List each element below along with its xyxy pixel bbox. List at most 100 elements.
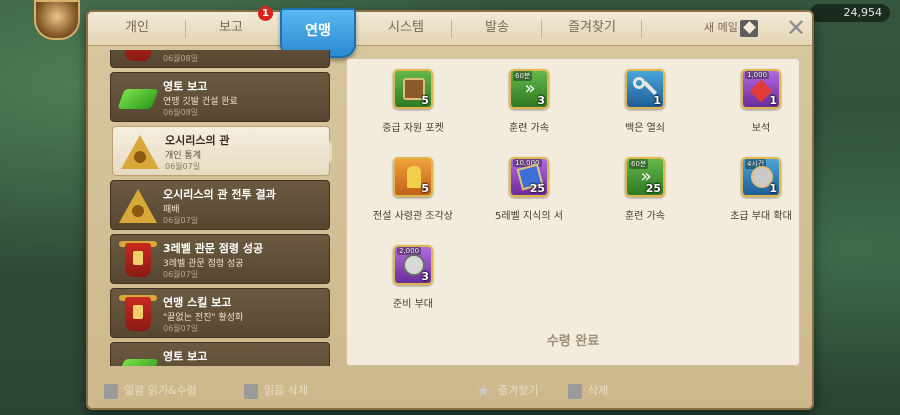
- tab-label: 즐겨찾기: [568, 20, 616, 35]
- tab-favorites[interactable]: 즐겨찾기: [542, 12, 642, 46]
- player-avatar[interactable]: [34, 0, 80, 40]
- banner-icon: [119, 295, 157, 333]
- mail-date: 06월08일: [163, 108, 199, 117]
- resource-chest-icon: 5: [393, 69, 433, 109]
- reward-count: 25: [529, 182, 545, 195]
- reward-label: 보석: [751, 123, 771, 134]
- delete-label: 삭제: [588, 384, 609, 397]
- trash-icon: [568, 383, 582, 399]
- mail-list[interactable]: 06월08일 영토 보고 연맹 깃발 건설 완료 06월08일 오시리스의 관 …: [110, 50, 332, 366]
- reward-count: 1: [769, 94, 777, 107]
- knowledge-book-icon: 10,000 25: [509, 157, 549, 197]
- list-item[interactable]: 연맹 스킬 보고 "끝없는 전진" 활성화 06월07일: [110, 288, 330, 338]
- reward-label: 훈련 가속: [509, 123, 549, 134]
- list-item[interactable]: 3레벨 관문 점령 성공 3레벨 관문 점령 성공 06월07일: [110, 234, 330, 284]
- reward-item[interactable]: 1 백은 열쇠: [587, 69, 703, 134]
- banner-icon: [119, 241, 157, 279]
- read-all-label: 일괄 읽기&수령: [124, 384, 197, 397]
- reward-amount: 1,000: [745, 71, 770, 79]
- mail-subtitle: "끝없는 전진" 활성화: [163, 313, 244, 323]
- mail-date: 06월07일: [165, 162, 201, 171]
- pyramid-icon: [119, 187, 157, 225]
- delete-read-label: 읽음 삭제: [264, 384, 308, 397]
- commander-statue-icon: 5: [393, 157, 433, 197]
- tab-label: 발송: [485, 20, 509, 35]
- reward-count: 5: [421, 94, 429, 107]
- pyramid-icon: [121, 133, 159, 171]
- favorite-button[interactable]: ★ 즐겨찾기: [476, 382, 538, 400]
- army-expansion-icon: 4시간 1: [741, 157, 781, 197]
- mail-title: 오시리스의 관: [165, 134, 230, 147]
- delete-button[interactable]: 삭제: [568, 382, 608, 400]
- mail-panel: 개인 보고 1 연맹 시스템 발송 즐겨찾기 새 메일 ✕ 06월08일 영토 …: [86, 6, 814, 410]
- compose-icon[interactable]: [740, 20, 758, 37]
- reward-item[interactable]: 4시간 1 초급 부대 확대: [703, 157, 819, 222]
- reserve-troops-icon: 2,000 3: [393, 245, 433, 285]
- tab-label: 개인: [125, 20, 149, 35]
- mail-title: 영토 보고: [163, 350, 208, 363]
- training-speedup-icon: 60분 » 25: [625, 157, 665, 197]
- reward-count: 3: [421, 270, 429, 283]
- reward-label: 전설 사령관 조각상: [373, 211, 453, 222]
- claimed-status: 수령 완료: [546, 334, 600, 349]
- reward-item[interactable]: 5 전설 사령관 조각상: [355, 157, 471, 222]
- list-item[interactable]: 오시리스의 관 전투 결과 패배 06월07일: [110, 180, 330, 230]
- delete-read-button[interactable]: 읽음 삭제: [244, 382, 308, 400]
- mail-tab-bar: 개인 보고 1 연맹 시스템 발송 즐겨찾기 새 메일 ✕: [88, 6, 812, 58]
- new-mail-label[interactable]: 새 메일: [704, 12, 738, 46]
- reward-item[interactable]: 1,000 1 보석: [703, 69, 819, 134]
- gem-icon: 1,000 1: [741, 69, 781, 109]
- favorite-label: 즐겨찾기: [498, 384, 539, 397]
- mail-title: 오시리스의 관 전투 결과: [163, 188, 276, 201]
- tab-label: 보고: [219, 20, 243, 35]
- list-item[interactable]: 영토 보고: [110, 342, 330, 366]
- reward-item[interactable]: 5 중급 자원 포켓: [355, 69, 471, 134]
- silver-key-icon: 1: [625, 69, 665, 109]
- reward-item[interactable]: 60분 » 25 훈련 가속: [587, 157, 703, 222]
- list-item-selected[interactable]: 오시리스의 관 개인 통계 06월07일: [112, 126, 332, 176]
- tab-personal[interactable]: 개인: [88, 12, 186, 46]
- mail-subtitle: 패배: [163, 205, 180, 215]
- reward-label: 훈련 가속: [625, 211, 665, 222]
- rewards-panel: 5 중급 자원 포켓 60분 » 3 훈련 가속 1 백은 열쇠 1,000 1…: [346, 58, 800, 366]
- list-item[interactable]: 영토 보고 연맹 깃발 건설 완료 06월08일: [110, 72, 330, 122]
- reward-label: 준비 부대: [393, 299, 433, 310]
- mail-date: 06월07일: [163, 216, 199, 225]
- star-icon: ★: [476, 381, 491, 400]
- tab-system[interactable]: 시스템: [360, 12, 452, 46]
- reward-label: 5레벨 지식의 서: [495, 211, 563, 222]
- territory-flag-icon: [117, 349, 159, 366]
- mail-subtitle: 개인 통계: [165, 151, 201, 161]
- close-button[interactable]: ✕: [782, 14, 810, 42]
- bottom-action-bar: 일괄 읽기&수령 읽음 삭제 ★ 즐겨찾기 삭제: [88, 370, 812, 410]
- reward-label: 중급 자원 포켓: [382, 123, 444, 134]
- training-speedup-icon: 60분 » 3: [509, 69, 549, 109]
- reward-count: 5: [421, 182, 429, 195]
- trash-icon: [244, 383, 258, 399]
- envelope-icon: [104, 383, 118, 399]
- reward-count: 3: [537, 94, 545, 107]
- list-item[interactable]: 06월08일: [110, 50, 330, 68]
- mail-title: 3레벨 관문 점령 성공: [163, 242, 264, 255]
- tab-label: 시스템: [388, 20, 424, 35]
- reward-count: 1: [653, 94, 661, 107]
- reward-label: 백은 열쇠: [625, 123, 665, 134]
- mail-date: 06월08일: [163, 54, 199, 63]
- territory-flag-icon: [117, 79, 159, 117]
- tab-sent[interactable]: 발송: [452, 12, 542, 46]
- resource-counter: 24,954: [810, 4, 890, 22]
- mail-title: 연맹 스킬 보고: [163, 296, 232, 309]
- read-all-button[interactable]: 일괄 읽기&수령: [104, 382, 197, 400]
- reward-label: 초급 부대 확대: [730, 211, 792, 222]
- mail-subtitle: 3레벨 관문 점령 성공: [163, 259, 244, 269]
- reward-item[interactable]: 60분 » 3 훈련 가속: [471, 69, 587, 134]
- mail-date: 06월07일: [163, 324, 199, 333]
- reward-item[interactable]: 2,000 3 준비 부대: [355, 245, 471, 310]
- reward-count: 1: [769, 182, 777, 195]
- reward-count: 25: [645, 182, 661, 195]
- mail-date: 06월07일: [163, 270, 199, 279]
- reward-item[interactable]: 10,000 25 5레벨 지식의 서: [471, 157, 587, 222]
- mail-subtitle: 연맹 깃발 건설 완료: [163, 97, 238, 107]
- notification-badge: 1: [258, 6, 273, 21]
- flag-icon: [119, 50, 157, 63]
